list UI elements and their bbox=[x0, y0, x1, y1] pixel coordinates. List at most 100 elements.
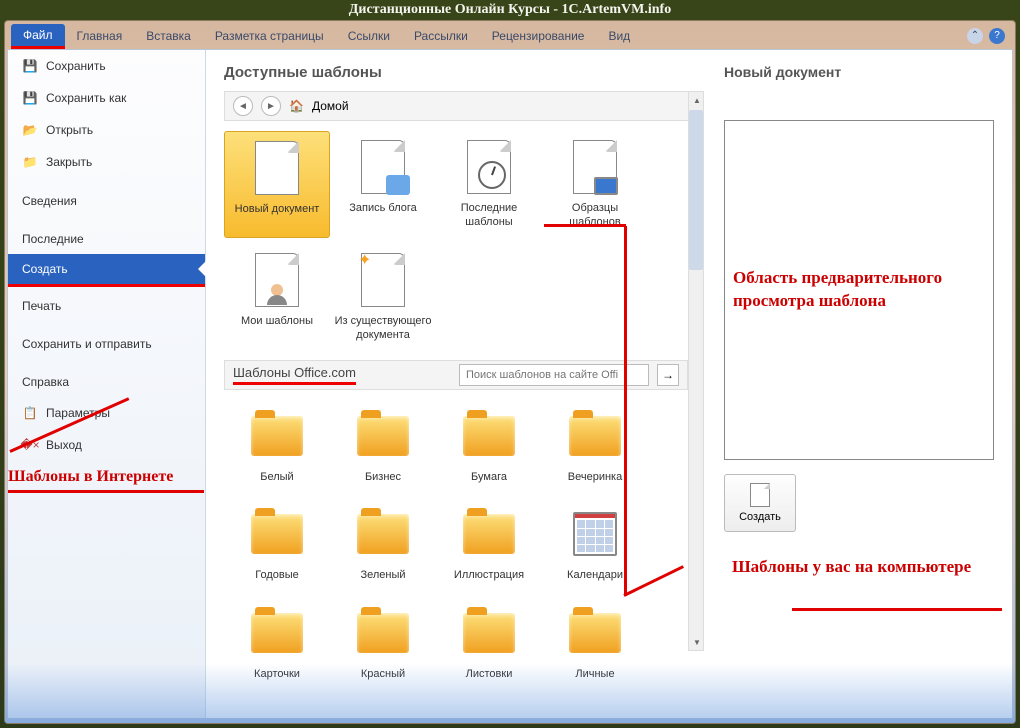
tile-label: Карточки bbox=[228, 667, 326, 681]
sidebar-item-saveas[interactable]: 💾 Сохранить как bbox=[8, 82, 205, 114]
save-icon: 💾 bbox=[22, 58, 38, 74]
sidebar-item-label: Открыть bbox=[46, 123, 93, 137]
template-from-existing[interactable]: ✦ Из существую­щего документа bbox=[330, 244, 436, 351]
sidebar-item-close[interactable]: 📁 Закрыть bbox=[8, 146, 205, 178]
ribbon-tab-references[interactable]: Ссылки bbox=[336, 25, 402, 47]
sidebar-item-label: Параметры bbox=[46, 406, 110, 420]
template-blog-post[interactable]: Запись блога bbox=[330, 131, 436, 238]
scroll-up-icon[interactable]: ▲ bbox=[689, 92, 705, 108]
tile-label: Красный bbox=[334, 667, 432, 681]
sidebar-item-label: Печать bbox=[22, 299, 61, 313]
ribbon-tab-mailings[interactable]: Рассылки bbox=[402, 25, 480, 47]
tile-label: Последние шаблоны bbox=[440, 201, 538, 230]
scroll-thumb[interactable] bbox=[689, 110, 703, 270]
ribbon-tab-view[interactable]: Вид bbox=[596, 25, 642, 47]
sidebar-item-label: Сведения bbox=[22, 194, 77, 208]
sidebar-item-info[interactable]: Сведения bbox=[8, 178, 205, 216]
templates-heading: Доступные шаблоны bbox=[224, 64, 704, 81]
nav-forward-button[interactable]: ► bbox=[261, 96, 281, 116]
template-my-templates[interactable]: Мои шаблоны bbox=[224, 244, 330, 351]
template-folder[interactable]: Личные bbox=[542, 597, 648, 689]
sidebar-item-label: Создать bbox=[22, 262, 68, 276]
tile-label: Из существую­щего документа bbox=[334, 314, 432, 343]
ribbon-tab-pagelayout[interactable]: Разметка страницы bbox=[203, 25, 336, 47]
ribbon-tab-home[interactable]: Главная bbox=[65, 25, 135, 47]
template-folder[interactable]: Красный bbox=[330, 597, 436, 689]
close-folder-icon: 📁 bbox=[22, 154, 38, 170]
sidebar-item-label: Последние bbox=[22, 232, 84, 246]
tile-label: Личные bbox=[546, 667, 644, 681]
annotation-preview: Область предварительного просмотра шабло… bbox=[725, 267, 993, 313]
sidebar-item-new[interactable]: Создать bbox=[8, 254, 205, 284]
template-folder[interactable]: Годовые bbox=[224, 498, 330, 590]
sidebar-item-label: Сохранить и отправить bbox=[22, 337, 152, 351]
tile-label: Годовые bbox=[228, 568, 326, 582]
sidebar-item-label: Сохранить как bbox=[46, 91, 126, 105]
template-folder[interactable]: Зеленый bbox=[330, 498, 436, 590]
minimize-ribbon-icon[interactable]: ⌃ bbox=[967, 28, 983, 44]
tile-label: Вечеринка bbox=[546, 470, 644, 484]
search-go-button[interactable]: → bbox=[657, 364, 679, 386]
template-folder[interactable]: Календари bbox=[542, 498, 648, 590]
sidebar-item-label: Сохранить bbox=[46, 59, 106, 73]
create-button[interactable]: Создать bbox=[724, 474, 796, 532]
document-icon bbox=[750, 483, 770, 507]
breadcrumb-nav: ◄ ► 🏠 Домой bbox=[224, 91, 704, 121]
tile-label: Новый документ bbox=[229, 202, 325, 216]
sidebar-item-save[interactable]: 💾 Сохранить bbox=[8, 50, 205, 82]
scrollbar[interactable]: ▲ ▼ bbox=[688, 91, 704, 651]
ribbon-tab-file[interactable]: Файл bbox=[11, 24, 65, 49]
office-templates-heading: Шаблоны Office.com bbox=[233, 365, 356, 385]
template-blank-document[interactable]: Новый документ bbox=[224, 131, 330, 238]
ribbon-tab-insert[interactable]: Вставка bbox=[134, 25, 203, 47]
tile-label: Иллюстрация bbox=[440, 568, 538, 582]
template-folder[interactable]: Белый bbox=[224, 400, 330, 492]
tile-label: Мои шаблоны bbox=[228, 314, 326, 328]
open-icon: 📂 bbox=[22, 122, 38, 138]
tile-label: Запись блога bbox=[334, 201, 432, 215]
sidebar-item-label: Справка bbox=[22, 375, 69, 389]
sidebar-item-print[interactable]: Печать bbox=[8, 287, 205, 321]
scroll-down-icon[interactable]: ▼ bbox=[689, 634, 705, 650]
ribbon-tab-review[interactable]: Рецензирование bbox=[480, 25, 597, 47]
sidebar-item-label: Выход bbox=[46, 438, 82, 452]
tile-label: Зеленый bbox=[334, 568, 432, 582]
template-folder[interactable]: Листовки bbox=[436, 597, 542, 689]
template-samples[interactable]: Образцы шаблонов bbox=[542, 131, 648, 238]
annotation-local-templates: Шаблоны у вас на компьютере bbox=[724, 556, 994, 579]
annotation-line bbox=[792, 608, 1002, 611]
options-icon: 📋 bbox=[22, 405, 38, 421]
ribbon-tabs: Файл Главная Вставка Разметка страницы С… bbox=[7, 23, 1013, 49]
template-folder[interactable]: Иллюстрация bbox=[436, 498, 542, 590]
tile-label: Образцы шаблонов bbox=[546, 201, 644, 230]
preview-area: Область предварительного просмотра шабло… bbox=[724, 120, 994, 460]
window-title: Дистанционные Онлайн Курсы - 1C.ArtemVM.… bbox=[0, 0, 1020, 20]
tile-label: Бизнес bbox=[334, 470, 432, 484]
home-icon[interactable]: 🏠 bbox=[289, 99, 304, 113]
exit-icon: �× bbox=[22, 437, 38, 453]
sidebar-item-options[interactable]: 📋 Параметры bbox=[8, 397, 205, 429]
template-folder[interactable]: Карточки bbox=[224, 597, 330, 689]
tile-label: Бумага bbox=[440, 470, 538, 484]
tile-label: Календари bbox=[546, 568, 644, 582]
create-button-label: Создать bbox=[739, 511, 781, 523]
template-folder[interactable]: Вечеринка bbox=[542, 400, 648, 492]
nav-back-button[interactable]: ◄ bbox=[233, 96, 253, 116]
sidebar-item-exit[interactable]: �× Выход bbox=[8, 429, 205, 461]
backstage-sidebar: 💾 Сохранить 💾 Сохранить как 📂 Открыть 📁 Закр… bbox=[8, 50, 206, 718]
tile-label: Листовки bbox=[440, 667, 538, 681]
sidebar-item-label: Закрыть bbox=[46, 155, 92, 169]
template-folder[interactable]: Бизнес bbox=[330, 400, 436, 492]
help-icon[interactable]: ? bbox=[989, 28, 1005, 44]
breadcrumb-home[interactable]: Домой bbox=[312, 99, 349, 113]
preview-heading: Новый документ bbox=[724, 64, 994, 80]
tile-label: Белый bbox=[228, 470, 326, 484]
template-folder[interactable]: Бумага bbox=[436, 400, 542, 492]
sidebar-item-recent[interactable]: Последние bbox=[8, 216, 205, 254]
sidebar-item-open[interactable]: 📂 Открыть bbox=[8, 114, 205, 146]
sidebar-item-help[interactable]: Справка bbox=[8, 359, 205, 397]
template-search-input[interactable] bbox=[459, 364, 649, 386]
saveas-icon: 💾 bbox=[22, 90, 38, 106]
sidebar-item-share[interactable]: Сохранить и отправить bbox=[8, 321, 205, 359]
template-recent[interactable]: Последние шаблоны bbox=[436, 131, 542, 238]
